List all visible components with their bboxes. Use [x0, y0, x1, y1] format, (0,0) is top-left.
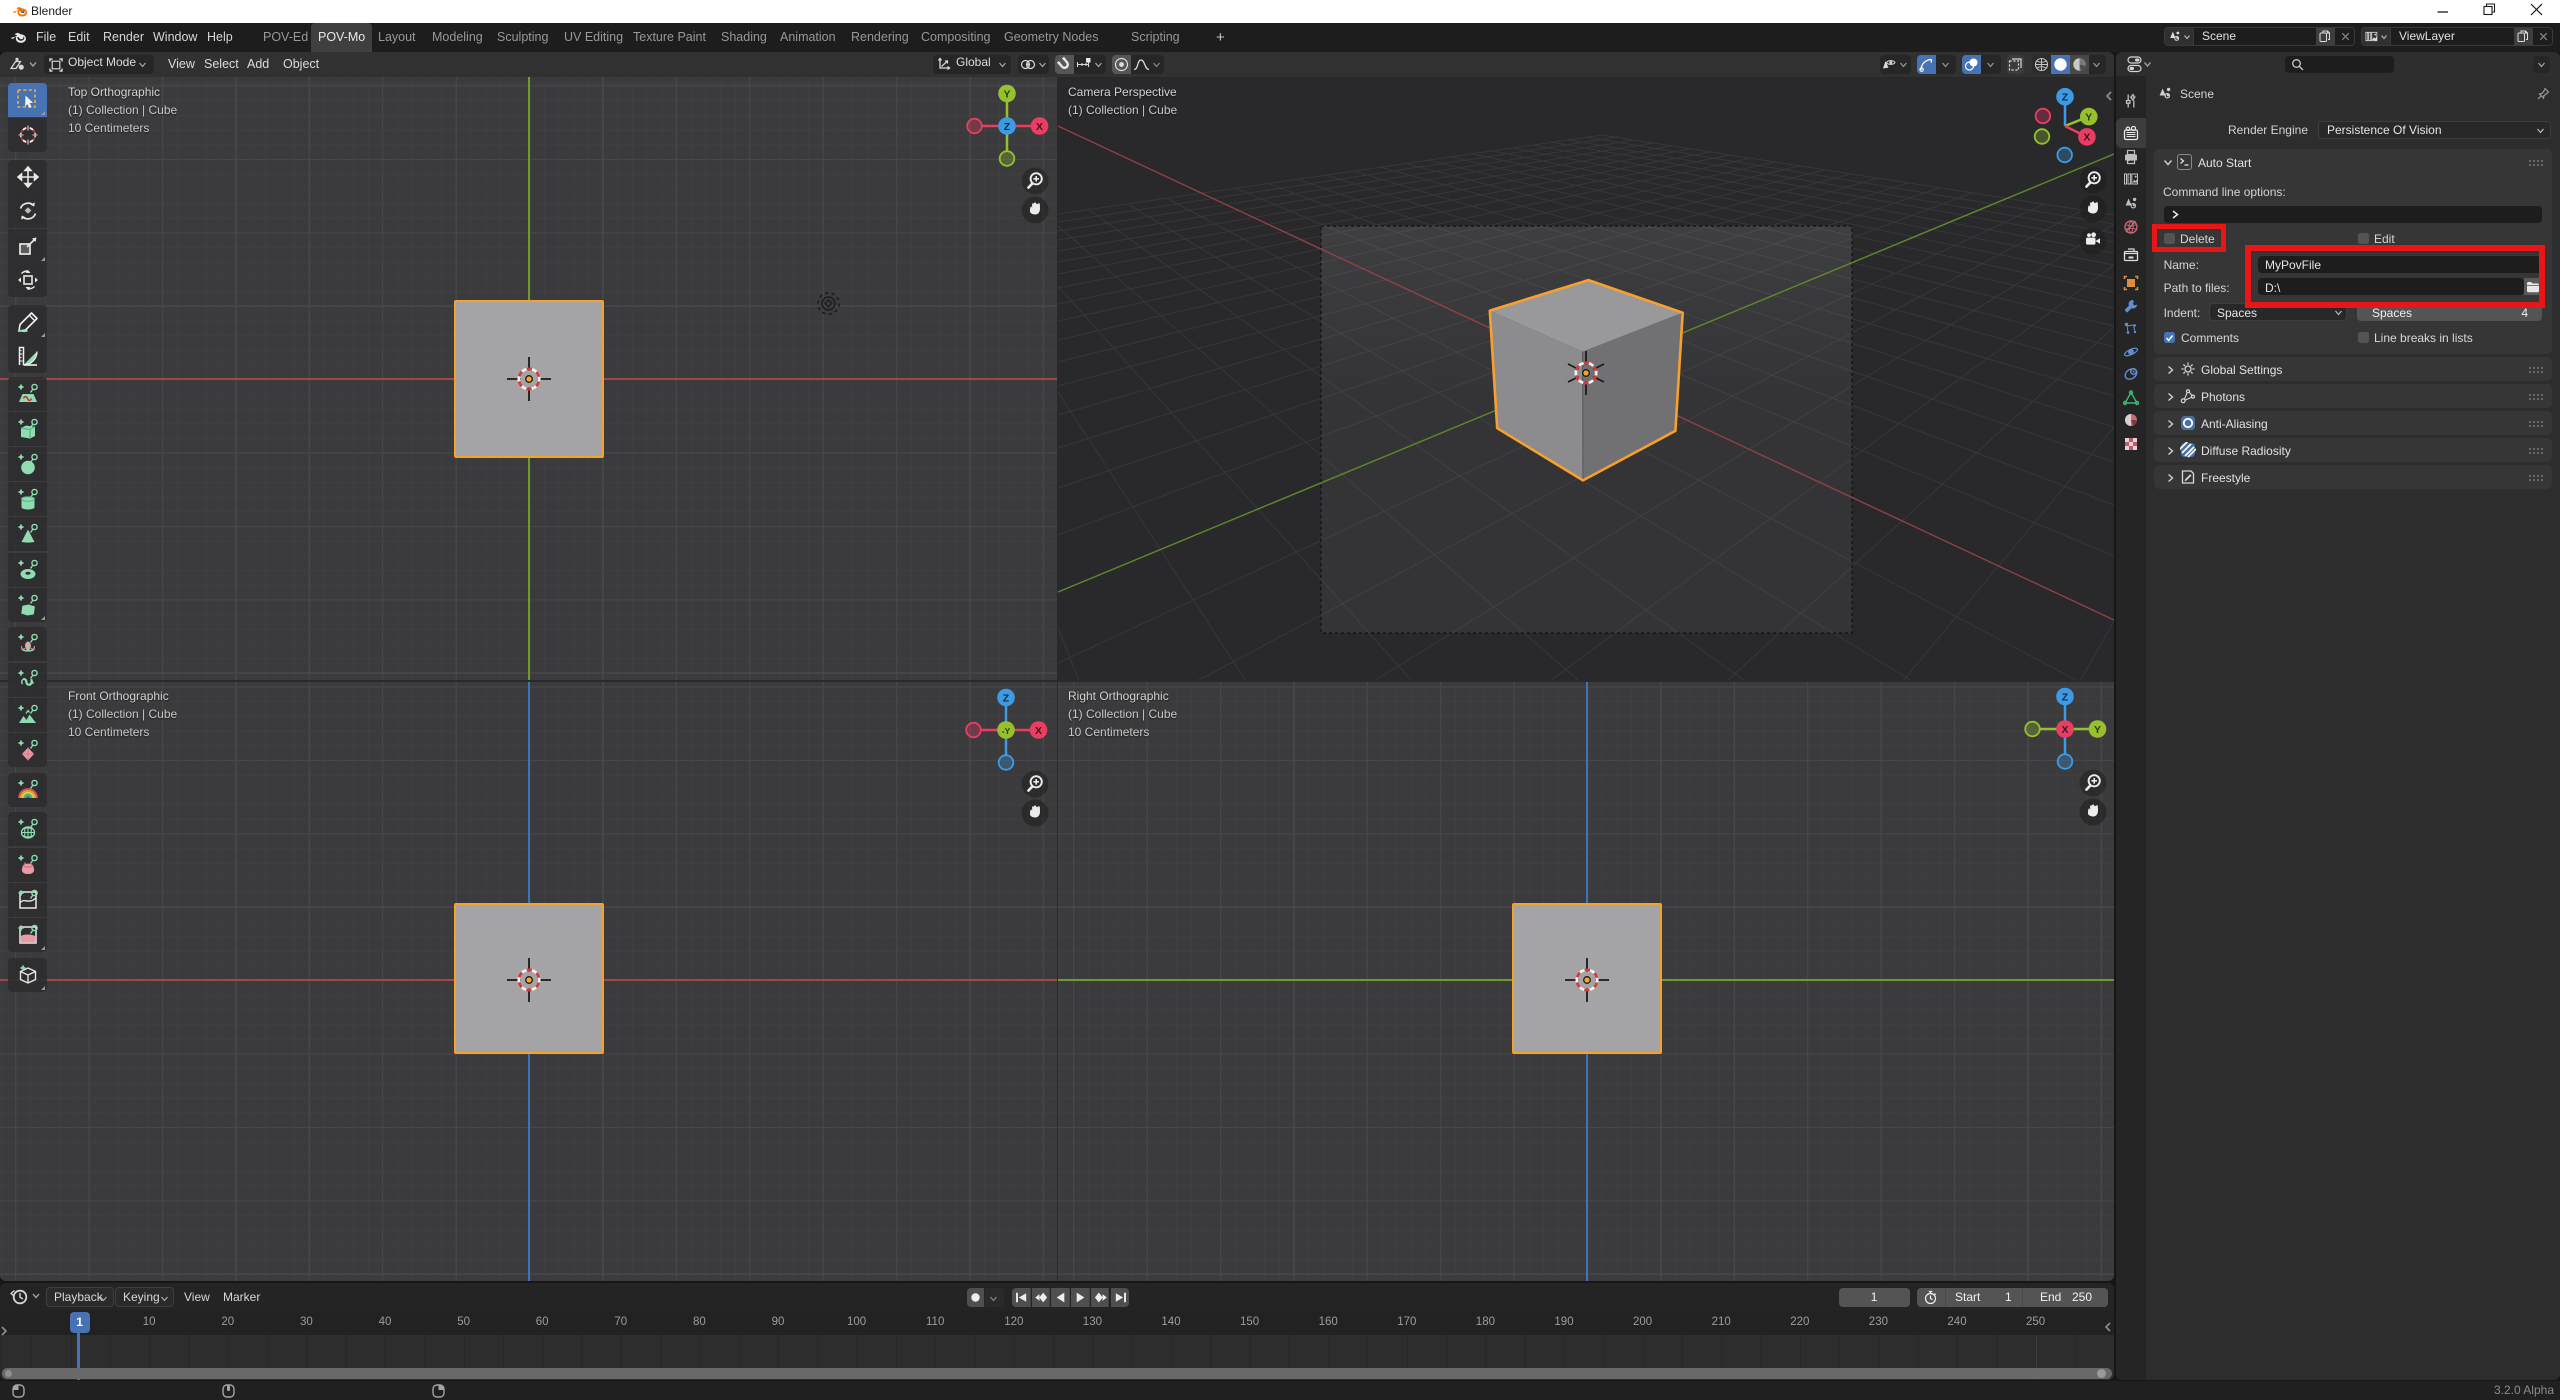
svg-text:Z: Z	[2062, 691, 2069, 703]
svg-text:X: X	[1035, 725, 1042, 737]
svg-text:Z: Z	[2062, 91, 2069, 103]
svg-text:X: X	[2083, 131, 2090, 143]
svg-text:X: X	[1036, 121, 1043, 133]
svg-text:Y: Y	[1003, 88, 1010, 100]
svg-text:Y: Y	[2085, 111, 2092, 123]
svg-text:Z: Z	[1003, 692, 1010, 704]
svg-text:X: X	[2061, 724, 2068, 736]
svg-text:Y: Y	[2094, 724, 2101, 736]
svg-text:Z: Z	[1004, 121, 1011, 133]
svg-text:-Y: -Y	[1002, 726, 1011, 736]
